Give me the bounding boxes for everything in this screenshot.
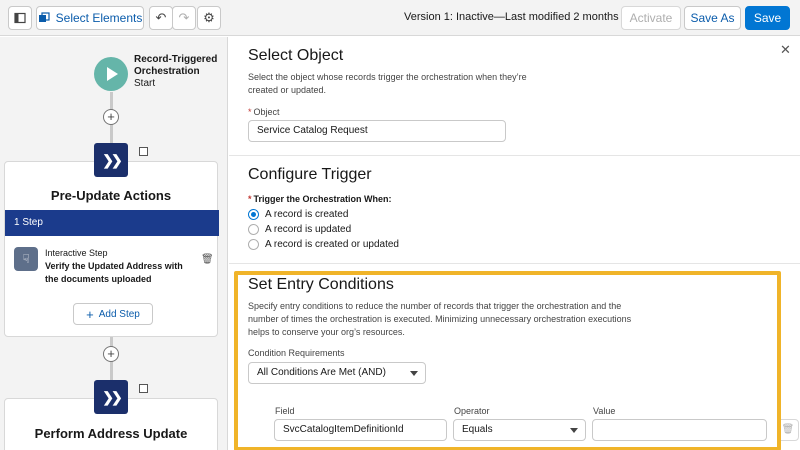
redo-button[interactable]: ↷	[172, 6, 196, 30]
select-object-description: Select the object whose records trigger …	[248, 72, 527, 95]
object-input[interactable]: Service Catalog Request	[248, 120, 506, 142]
stage-title: Perform Address Update	[34, 426, 188, 441]
version-status: Version 1: Inactive—Last modified 2 mont…	[404, 11, 641, 23]
stage-card-pre-update[interactable]: Pre-Update Actions 1 Step ☟ Interactive …	[4, 161, 219, 337]
condition-value-input[interactable]	[592, 419, 767, 441]
section-divider	[229, 263, 800, 264]
interactive-step-icon: ☟	[14, 247, 38, 271]
redo-icon: ↷	[178, 10, 190, 25]
trigger-when-label-text: Trigger the Orchestration When:	[253, 194, 392, 204]
step-name[interactable]: Verify the Updated Address with the docu…	[45, 260, 197, 286]
trigger-option-label: A record is created	[265, 209, 349, 220]
select-object-title: Select Object	[248, 47, 344, 64]
stage-icon: ❯❯	[94, 380, 128, 414]
condition-requirements-value: All Conditions Are Met (AND)	[257, 367, 386, 378]
operator-column-label: Operator	[454, 406, 490, 416]
plus-icon: +	[86, 306, 94, 322]
condition-requirements-label: Condition Requirements	[248, 348, 345, 358]
trigger-option-created[interactable]: A record is created	[248, 209, 348, 220]
stage-icon: ❯❯	[94, 143, 128, 177]
select-elements-button[interactable]: Select Elements	[36, 6, 144, 30]
condition-field-input[interactable]: SvcCatalogItemDefinitionId	[274, 419, 447, 441]
field-column-label: Field	[275, 406, 295, 416]
add-step-label: Add Step	[98, 308, 140, 320]
select-elements-icon	[38, 12, 50, 22]
condition-operator-select[interactable]: Equals	[453, 419, 586, 441]
chevron-down-icon	[410, 371, 418, 376]
object-label: * Object	[248, 107, 280, 117]
trigger-option-created-or-updated[interactable]: A record is created or updated	[248, 239, 399, 250]
section-divider	[229, 155, 800, 156]
condition-requirements-select[interactable]: All Conditions Are Met (AND)	[248, 362, 426, 384]
stage-title: Pre-Update Actions	[50, 188, 172, 203]
trigger-option-label: A record is created or updated	[265, 239, 399, 250]
play-icon	[107, 67, 118, 81]
trigger-when-label: * Trigger the Orchestration When:	[248, 194, 392, 204]
toggle-panel-button[interactable]	[8, 6, 32, 30]
required-marker: *	[248, 107, 252, 117]
plus-icon: +	[107, 109, 115, 124]
undo-icon: ↶	[155, 10, 167, 25]
save-as-button[interactable]: Save As	[684, 6, 741, 30]
condition-operator-value: Equals	[462, 424, 493, 435]
panel-toggle-icon	[14, 12, 26, 24]
radio-button[interactable]	[248, 239, 259, 250]
add-element-button[interactable]: +	[103, 346, 119, 362]
add-element-button[interactable]: +	[103, 109, 119, 125]
value-column-label: Value	[593, 406, 616, 416]
select-elements-label: Select Elements	[55, 11, 143, 25]
close-icon[interactable]: ✕	[780, 42, 791, 58]
delete-step-icon[interactable]: 🗑	[201, 254, 214, 265]
required-marker: *	[248, 194, 252, 204]
entry-conditions-description: Specify entry conditions to reduce the n…	[248, 301, 632, 337]
add-step-button[interactable]: + Add Step	[73, 303, 153, 325]
properties-panel: ✕ Select Object Select the object whose …	[229, 37, 800, 450]
step-count-bar: 1 Step	[5, 210, 219, 236]
plus-icon: +	[107, 346, 115, 361]
undo-button[interactable]: ↶	[149, 6, 173, 30]
activate-button[interactable]: Activate	[621, 6, 681, 30]
gear-icon: ⚙	[203, 10, 215, 25]
radio-button[interactable]	[248, 224, 259, 235]
document-icon[interactable]	[139, 147, 148, 156]
start-node[interactable]	[94, 57, 128, 91]
trigger-option-updated[interactable]: A record is updated	[248, 224, 351, 235]
radio-button[interactable]	[248, 209, 259, 220]
step-type: Interactive Step	[45, 248, 108, 258]
configure-trigger-title: Configure Trigger	[248, 166, 372, 183]
save-button[interactable]: Save	[745, 6, 790, 30]
chevron-down-icon	[570, 428, 578, 433]
toolbar: Select Elements ↶ ↷ ⚙ Version 1: Inactiv…	[0, 0, 800, 36]
trigger-option-label: A record is updated	[265, 224, 352, 235]
document-icon[interactable]	[139, 384, 148, 393]
object-label-text: Object	[253, 107, 280, 117]
start-subtitle: Start	[134, 78, 156, 89]
settings-button[interactable]: ⚙	[197, 6, 221, 30]
flow-canvas[interactable]: Record-Triggered Orchestration Start + P…	[0, 37, 228, 450]
start-title: Record-Triggered Orchestration	[134, 54, 218, 77]
delete-condition-icon[interactable]: 🗑	[777, 419, 799, 441]
entry-conditions-title: Set Entry Conditions	[248, 276, 394, 293]
